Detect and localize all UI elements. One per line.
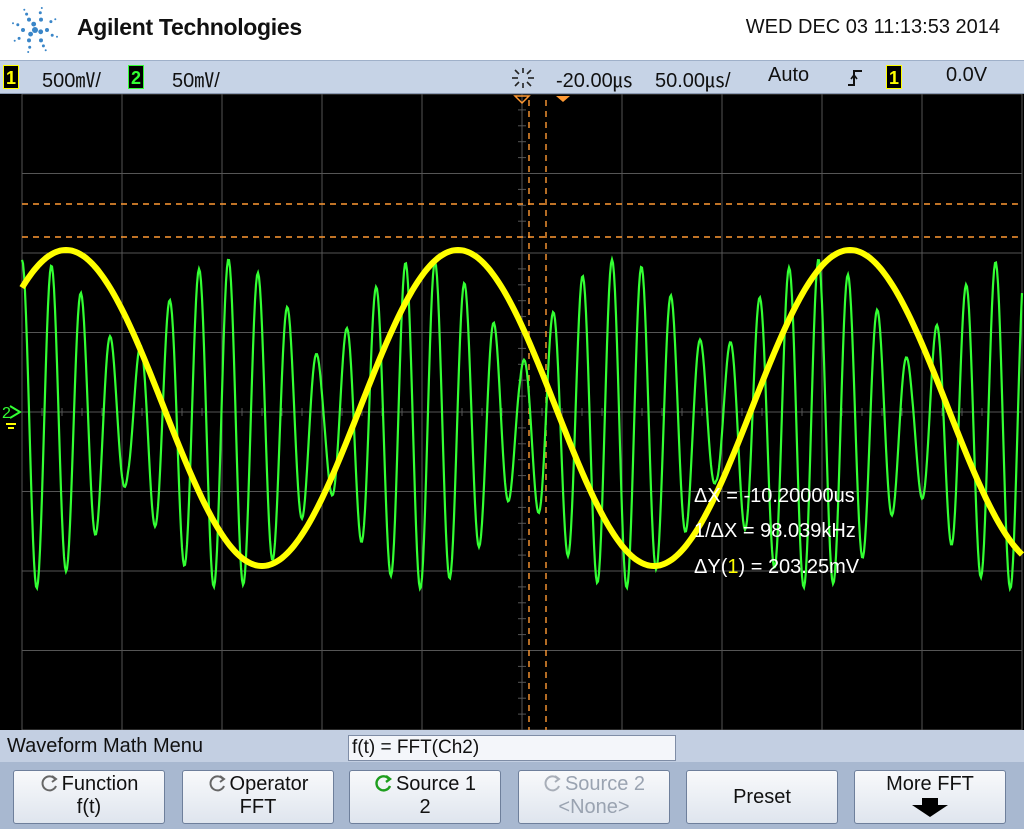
cycle-icon xyxy=(544,775,561,792)
inverse-delta-x-readout: 1/ΔX = 98.039kHz xyxy=(694,520,856,542)
trigger-position-marker xyxy=(513,95,570,105)
source-1-value: 2 xyxy=(419,796,431,818)
function-value: f(t) xyxy=(76,796,102,818)
channel-1-indicator[interactable]: 1 xyxy=(3,65,19,89)
date-time: WED DEC 03 11:13:53 2014 xyxy=(745,16,1000,38)
trigger-mode[interactable]: Auto xyxy=(768,64,809,87)
graticule xyxy=(21,94,1023,730)
delta-y-value: ) = 203.25mV xyxy=(738,556,860,578)
status-bar: 1 500㎷/ 2 50㎷/ -20.00㎲ 50.00㎲/ Auto 1 0.… xyxy=(0,60,1024,94)
time-delay[interactable]: -20.00㎲ xyxy=(556,64,633,93)
operator-softkey[interactable]: Operator FFT xyxy=(182,770,334,824)
function-label: Function xyxy=(61,773,139,795)
svg-text:2: 2 xyxy=(2,405,11,422)
preset-label: Preset xyxy=(733,786,791,808)
channel-2-scale[interactable]: 50㎷/ xyxy=(172,64,220,93)
trigger-level[interactable]: 0.0V xyxy=(946,64,987,87)
source-2-softkey[interactable]: Source 2 <None> xyxy=(518,770,670,824)
source-1-label: Source 1 xyxy=(395,773,477,795)
channel-2-ground-marker: 2 xyxy=(2,405,22,429)
trigger-source[interactable]: 1 xyxy=(886,65,902,89)
agilent-logo-icon xyxy=(12,7,58,53)
cycle-icon xyxy=(41,775,58,792)
down-arrow-icon xyxy=(912,798,948,817)
brand-name: Agilent Technologies xyxy=(77,14,302,40)
source-2-label: Source 2 xyxy=(564,773,646,795)
more-fft-softkey[interactable]: More FFT xyxy=(854,770,1006,824)
operator-value: FFT xyxy=(239,796,277,818)
delta-y-channel: 1 xyxy=(727,556,739,578)
run-control-icon[interactable] xyxy=(510,66,536,90)
menu-title: Waveform Math Menu xyxy=(7,735,203,757)
channel-2-indicator[interactable]: 2 xyxy=(128,65,144,89)
channel-1-scale[interactable]: 500㎷/ xyxy=(42,64,101,93)
delta-y-prefix: ΔY( xyxy=(694,556,728,578)
function-softkey[interactable]: Function f(t) xyxy=(13,770,165,824)
header-bar: Agilent Technologies WED DEC 03 11:13:53… xyxy=(0,0,1024,60)
operator-label: Operator xyxy=(229,773,309,795)
delta-y-readout: ΔY(1) = 203.25mV xyxy=(694,556,859,579)
time-scale[interactable]: 50.00㎲/ xyxy=(655,64,731,93)
delta-x-readout: ΔX = -10.20000us xyxy=(694,485,855,507)
source-2-value: <None> xyxy=(558,796,630,818)
more-fft-label: More FFT xyxy=(886,773,974,795)
rising-edge-icon xyxy=(848,70,862,86)
waveform-display[interactable]: 2 xyxy=(0,94,1024,730)
cycle-icon xyxy=(209,775,226,792)
preset-softkey[interactable]: Preset xyxy=(686,770,838,824)
source-1-softkey[interactable]: Source 1 2 xyxy=(349,770,501,824)
entry-knob-icon xyxy=(375,775,392,792)
math-formula-display: f(t) = FFT(Ch2) xyxy=(348,735,676,761)
